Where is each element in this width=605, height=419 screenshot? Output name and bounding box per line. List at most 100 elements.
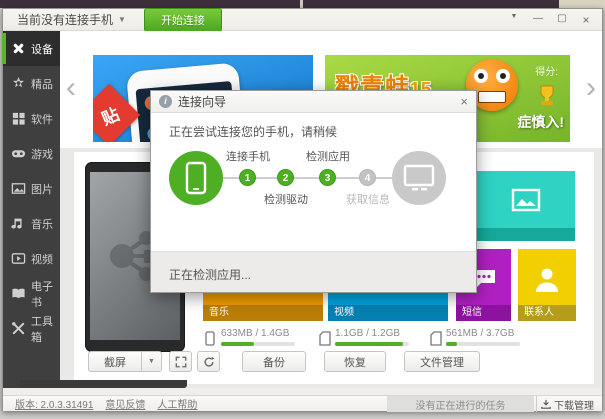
banner-caption: 症慎入! bbox=[517, 112, 564, 132]
phone-dock-base bbox=[20, 380, 187, 388]
download-icon bbox=[541, 399, 551, 409]
step-2-dot: 2 bbox=[277, 169, 294, 186]
step-2-label: 检测驱动 bbox=[256, 191, 316, 207]
step-4-label: 获取信息 bbox=[338, 191, 398, 207]
tile-label-band bbox=[476, 228, 575, 241]
sidebar-item-photos[interactable]: 图片 bbox=[3, 171, 60, 206]
sdcard-icon bbox=[319, 331, 331, 346]
featured-icon bbox=[11, 76, 26, 91]
sidebar-item-video[interactable]: 视频 bbox=[3, 241, 60, 276]
task-status: 没有正在进行的任务 bbox=[387, 396, 534, 412]
step-3-label: 检测应用 bbox=[298, 148, 358, 164]
dialog-status-text: 正在检测应用... bbox=[169, 266, 251, 283]
storage-value: 561MB / 3.7GB bbox=[446, 328, 514, 339]
sidebar-item-label: 音乐 bbox=[31, 216, 53, 232]
storage-value: 633MB / 1.4GB bbox=[221, 328, 289, 339]
contact-person-icon bbox=[533, 266, 561, 292]
screen: 当前没有连接手机 ▼ 开始连接 ▼ — ▢ × 设备 精品 软件 游戏 bbox=[0, 0, 605, 419]
active-indicator bbox=[2, 33, 6, 64]
minimize-icon[interactable]: — bbox=[532, 13, 544, 27]
window-controls: ▼ — ▢ × bbox=[508, 13, 592, 27]
file-manager-button[interactable]: 文件管理 bbox=[404, 351, 480, 372]
statusbar: 版本: 2.0.3.31491 意见反馈 人工帮助 没有正在进行的任务 下载管理 bbox=[3, 395, 602, 411]
sidebar-item-label: 游戏 bbox=[31, 146, 53, 162]
desktop-wallpaper bbox=[0, 0, 605, 8]
sidebar: 设备 精品 软件 游戏 图片 音乐 视频 电子书 bbox=[3, 31, 60, 388]
step-3-dot: 3 bbox=[319, 169, 336, 186]
fullscreen-icon bbox=[175, 356, 187, 368]
monitor-icon bbox=[403, 164, 435, 192]
step-1-label: 连接手机 bbox=[218, 148, 278, 164]
refresh-icon bbox=[203, 356, 215, 368]
screenshot-dropdown-caret[interactable]: ▼ bbox=[141, 351, 162, 372]
background-window-fragment bbox=[559, 0, 605, 8]
tools-icon bbox=[11, 321, 26, 336]
phone-stage-circle bbox=[169, 151, 223, 205]
dialog-title: 连接向导 bbox=[178, 93, 226, 110]
dialog-footer: 正在检测应用... bbox=[151, 251, 476, 292]
tile-label: 短信 bbox=[456, 305, 511, 321]
menu-icon[interactable]: ▼ bbox=[508, 13, 520, 27]
tile-contacts[interactable]: 联系人 bbox=[518, 249, 576, 321]
start-connect-button[interactable]: 开始连接 bbox=[144, 8, 222, 32]
sidebar-item-label: 电子书 bbox=[31, 278, 60, 310]
phone-icon bbox=[185, 161, 207, 195]
chevron-down-icon: ▼ bbox=[118, 15, 126, 24]
version-link[interactable]: 版本: 2.0.3.31491 bbox=[15, 396, 93, 411]
video-icon bbox=[11, 251, 26, 266]
titlebar: 当前没有连接手机 ▼ 开始连接 ▼ — ▢ × bbox=[3, 9, 602, 31]
tile-label: 视频 bbox=[328, 305, 448, 321]
restore-button[interactable]: 恢复 bbox=[324, 351, 386, 372]
step-1-dot: 1 bbox=[239, 169, 256, 186]
connection-status-label: 当前没有连接手机 bbox=[17, 11, 113, 28]
photo-icon bbox=[11, 181, 26, 196]
phone-storage-icon bbox=[205, 331, 215, 346]
backup-button[interactable]: 备份 bbox=[242, 351, 306, 372]
carousel-prev-arrow[interactable]: ‹ bbox=[66, 73, 76, 103]
sidebar-item-device[interactable]: 设备 bbox=[3, 31, 60, 66]
sidebar-item-label: 视频 bbox=[31, 251, 53, 267]
music-note-icon bbox=[11, 216, 26, 231]
wallpaper-detail bbox=[300, 0, 303, 8]
connection-status-dropdown[interactable]: 当前没有连接手机 ▼ bbox=[17, 11, 126, 28]
apps-grid-icon bbox=[11, 111, 26, 126]
sdcard-icon bbox=[430, 331, 442, 346]
dialog-message: 正在尝试连接您的手机，请稍候 bbox=[169, 123, 337, 140]
screenshot-button[interactable]: 截屏 bbox=[88, 351, 142, 372]
sidebar-item-ebook[interactable]: 电子书 bbox=[3, 276, 60, 311]
device-icon bbox=[11, 41, 26, 56]
tile-label: 联系人 bbox=[518, 305, 576, 321]
feedback-link[interactable]: 意见反馈 bbox=[105, 396, 145, 411]
close-icon[interactable]: × bbox=[580, 13, 592, 27]
download-manager-button[interactable]: 下载管理 bbox=[536, 396, 598, 412]
sidebar-item-label: 工具箱 bbox=[31, 313, 60, 345]
book-icon bbox=[11, 286, 26, 301]
maximize-icon[interactable]: ▢ bbox=[556, 13, 568, 27]
carousel-next-arrow[interactable]: › bbox=[586, 73, 596, 103]
storage-value: 1.1GB / 1.2GB bbox=[335, 328, 400, 339]
storage-bar bbox=[335, 342, 409, 346]
sidebar-item-featured[interactable]: 精品 bbox=[3, 66, 60, 101]
refresh-button[interactable] bbox=[197, 351, 220, 372]
sidebar-item-label: 设备 bbox=[31, 41, 53, 57]
sidebar-item-toolbox[interactable]: 工具箱 bbox=[3, 311, 60, 346]
storage-bar bbox=[446, 342, 520, 346]
sidebar-item-label: 图片 bbox=[31, 181, 53, 197]
sidebar-item-games[interactable]: 游戏 bbox=[3, 136, 60, 171]
dialog-titlebar: 连接向导 × bbox=[151, 91, 476, 113]
sidebar-item-apps[interactable]: 软件 bbox=[3, 101, 60, 136]
sidebar-item-label: 软件 bbox=[31, 111, 53, 127]
gallery-icon bbox=[511, 188, 541, 212]
tile-gallery[interactable] bbox=[476, 171, 575, 241]
connection-wizard-dialog: 连接向导 × 正在尝试连接您的手机，请稍候 1 2 3 4 连接手机 检测驱动 … bbox=[150, 90, 477, 293]
storage-bar bbox=[221, 342, 295, 346]
banner-score-label: 得分: bbox=[535, 63, 558, 78]
ribbon-text: 贴 bbox=[96, 100, 121, 130]
support-link[interactable]: 人工帮助 bbox=[157, 396, 197, 411]
tile-label: 音乐 bbox=[203, 305, 323, 321]
sidebar-item-music[interactable]: 音乐 bbox=[3, 206, 60, 241]
step-4-dot: 4 bbox=[359, 169, 376, 186]
fullscreen-button[interactable] bbox=[169, 351, 192, 372]
gamepad-icon bbox=[11, 146, 26, 161]
dialog-close-icon[interactable]: × bbox=[460, 95, 468, 108]
